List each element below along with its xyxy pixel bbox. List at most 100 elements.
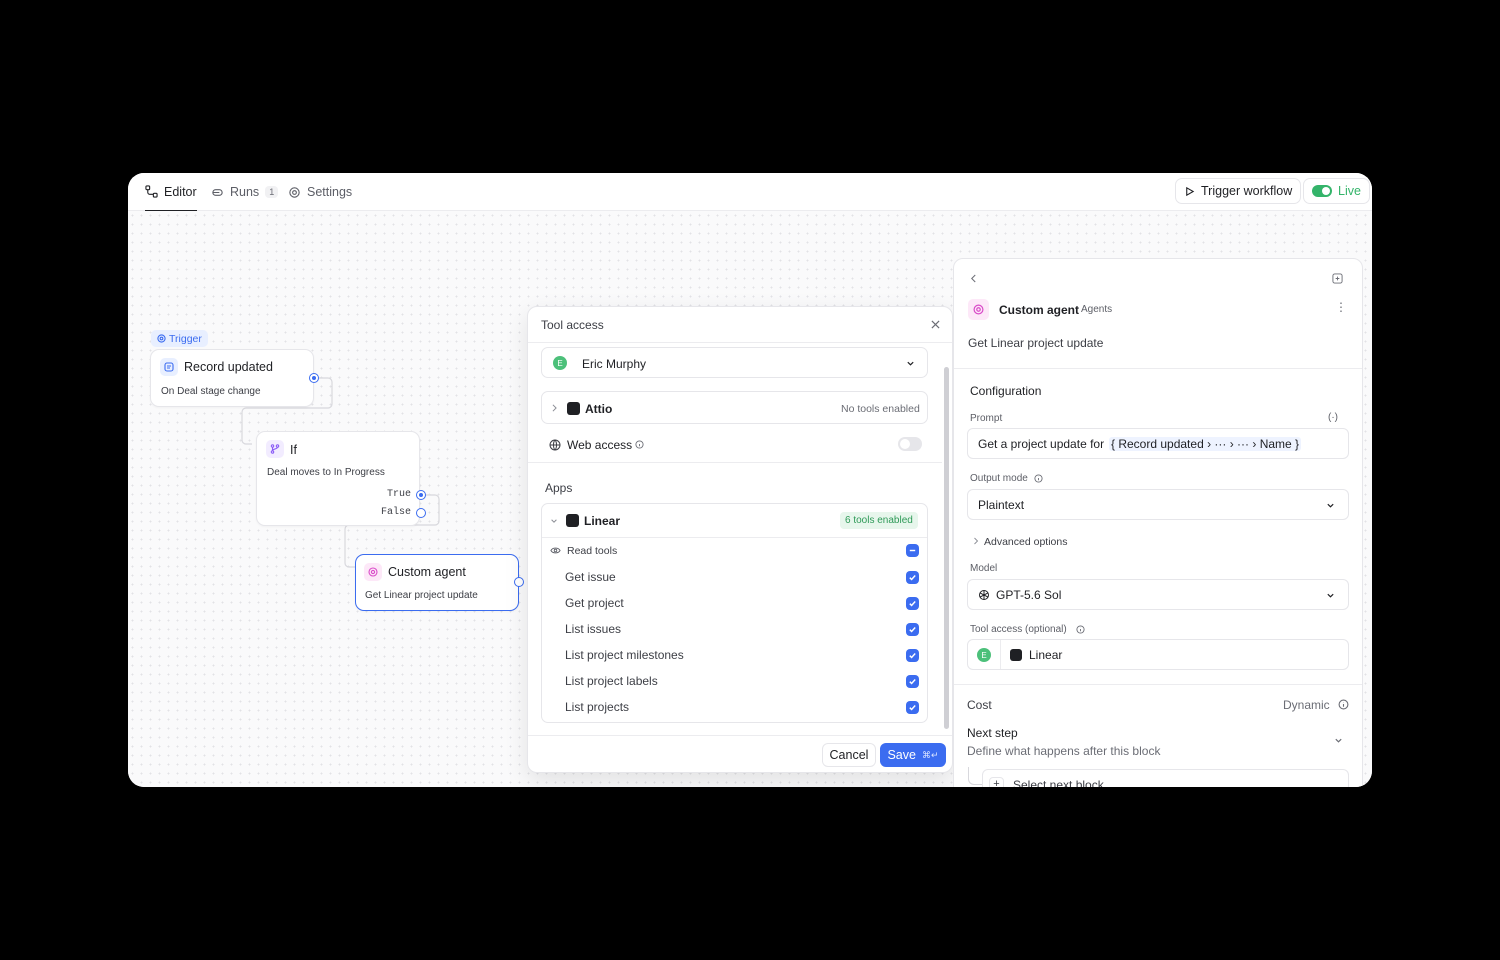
record-updated-title: Record updated [184, 360, 273, 374]
check-icon [909, 653, 916, 659]
agent-output-port[interactable] [514, 577, 524, 587]
divider [954, 368, 1362, 369]
check-icon [909, 705, 916, 711]
save-shortcut: ⌘↵ [921, 749, 939, 760]
trigger-badge: Trigger [151, 330, 208, 347]
tool-access-label: Tool access (optional) [970, 624, 1067, 635]
web-access-label: Web access [567, 438, 633, 452]
if-title: If [290, 443, 297, 457]
more-options-icon[interactable]: ⋮ [1335, 300, 1347, 314]
chevron-right-icon [974, 537, 979, 545]
linear-app-section: Linear 6 tools enabled Read tools Get is… [541, 503, 928, 723]
tool-item-label: List project milestones [565, 648, 684, 662]
chevron-right-icon [552, 404, 557, 412]
runs-icon [212, 188, 223, 196]
prompt-input[interactable]: Get a project update for { Record update… [967, 428, 1349, 459]
trigger-badge-label: Trigger [169, 332, 202, 345]
tool-access-field[interactable]: E Linear [967, 639, 1349, 670]
gear-icon [289, 186, 300, 198]
top-bar: Editor Runs 1 Settings Trigger workflow … [128, 173, 1372, 211]
tool-access-modal: Tool access E Eric Murphy Attio No tools… [527, 306, 953, 773]
tool-item-checkbox[interactable] [906, 701, 919, 714]
save-button[interactable]: Save ⌘↵ [880, 743, 946, 767]
variable-icon[interactable]: (·) [1328, 412, 1338, 423]
chevron-down-icon [1327, 593, 1334, 598]
tool-item-checkbox[interactable] [906, 623, 919, 636]
target-icon [157, 334, 166, 343]
block-settings-panel: Custom agent Agents ⋮ Get Linear project… [953, 258, 1363, 787]
cost-label: Cost [967, 698, 992, 712]
output-mode-value: Plaintext [978, 498, 1025, 512]
trigger-workflow-button[interactable]: Trigger workflow [1175, 178, 1302, 204]
prompt-variable-tag[interactable]: { Record updated › ··· › ··· › Name } [1109, 437, 1302, 451]
workflow-canvas[interactable]: Trigger Record updated On Deal stage cha… [128, 211, 1372, 787]
check-icon [909, 575, 916, 581]
model-label: Model [970, 563, 998, 574]
linear-logo-icon [1010, 649, 1022, 661]
advanced-options-toggle[interactable]: Advanced options [984, 536, 1067, 548]
if-node[interactable]: If Deal moves to In Progress True False [256, 431, 420, 526]
tool-item-checkbox[interactable] [906, 597, 919, 610]
live-label: Live [1338, 184, 1361, 198]
attio-app-row[interactable]: Attio No tools enabled [541, 391, 928, 424]
divider [1000, 640, 1001, 669]
eye-icon [550, 547, 561, 554]
divider [954, 684, 1362, 685]
if-true-port[interactable] [416, 490, 426, 500]
chevron-down-icon[interactable] [1334, 736, 1343, 745]
select-next-block-button[interactable]: + Select next block [982, 769, 1349, 787]
tool-item-checkbox[interactable] [906, 675, 919, 688]
agent-icon [364, 563, 382, 581]
record-updated-node[interactable]: Record updated On Deal stage change [150, 349, 314, 407]
custom-agent-node[interactable]: Custom agent Get Linear project update [355, 554, 519, 611]
modal-title: Tool access [541, 318, 604, 332]
chevron-down-icon [1327, 503, 1334, 508]
live-toggle[interactable]: Live [1303, 178, 1370, 204]
play-icon [1186, 186, 1195, 196]
tool-access-value: Linear [1029, 648, 1063, 662]
tool-item-checkbox[interactable] [906, 571, 919, 584]
web-access-toggle[interactable] [898, 437, 922, 451]
tab-editor-label: Editor [164, 184, 197, 199]
next-step-title: Next step [967, 726, 1018, 740]
agent-icon [968, 299, 989, 320]
live-switch-icon [1312, 185, 1332, 197]
collapse-panel-icon[interactable] [1332, 273, 1343, 284]
tab-editor[interactable]: Editor [145, 173, 197, 211]
apps-heading: Apps [545, 481, 573, 495]
user-name: Eric Murphy [582, 357, 647, 371]
check-icon [909, 627, 916, 633]
tool-item-label: Get project [565, 596, 624, 610]
tab-runs-label: Runs [230, 185, 260, 199]
if-false-label: False [381, 507, 412, 518]
linear-app-header[interactable]: Linear 6 tools enabled [542, 504, 927, 538]
linear-name: Linear [584, 514, 621, 528]
panel-description: Get Linear project update [968, 336, 1104, 350]
user-select[interactable]: E Eric Murphy [541, 347, 928, 378]
divider [528, 735, 952, 736]
tool-item-label: Get issue [565, 570, 616, 584]
if-true-label: True [387, 489, 412, 500]
tool-item-checkbox[interactable] [906, 649, 919, 662]
modal-scrollbar[interactable] [944, 367, 949, 729]
close-icon[interactable] [931, 320, 940, 329]
read-tools-label: Read tools [567, 545, 618, 557]
back-chevron-icon[interactable] [970, 274, 977, 283]
chevron-down-icon [551, 519, 557, 523]
modal-header: Tool access [528, 307, 952, 343]
tool-item-label: List issues [565, 622, 622, 636]
record-output-port[interactable] [309, 373, 319, 383]
model-select[interactable]: GPT-5.6 Sol [967, 579, 1349, 610]
if-false-port[interactable] [416, 508, 426, 518]
output-mode-select[interactable]: Plaintext [967, 489, 1349, 520]
tab-settings[interactable]: Settings [288, 173, 352, 211]
record-updated-subtitle: On Deal stage change [161, 386, 261, 397]
custom-agent-subtitle: Get Linear project update [365, 590, 478, 601]
globe-icon [549, 439, 561, 451]
cancel-button[interactable]: Cancel [822, 743, 876, 767]
tab-runs[interactable]: Runs 1 [211, 173, 279, 211]
save-label: Save [887, 748, 916, 762]
cost-value: Dynamic [1283, 698, 1330, 712]
read-tools-checkbox[interactable] [906, 544, 919, 557]
attio-name: Attio [585, 402, 613, 416]
